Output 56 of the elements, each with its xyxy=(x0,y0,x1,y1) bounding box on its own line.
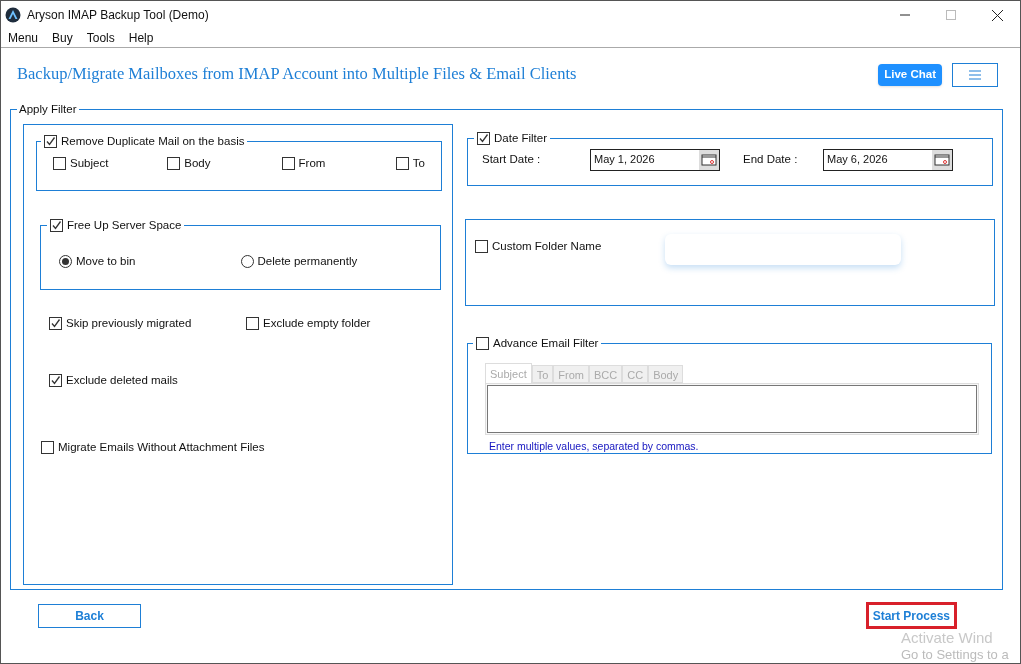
checkbox-label: Exclude deleted mails xyxy=(66,372,178,388)
menu-button[interactable] xyxy=(952,62,998,87)
checkbox-label: Advance Email Filter xyxy=(493,336,599,352)
checkbox[interactable] xyxy=(53,156,66,170)
menu-icon xyxy=(969,69,981,80)
checkbox-label: To xyxy=(412,155,425,171)
menu-item[interactable]: Buy xyxy=(52,29,73,47)
checkbox[interactable] xyxy=(281,156,295,170)
checkbox-label: From xyxy=(298,155,326,171)
close-icon xyxy=(991,9,1003,21)
menu-item[interactable]: Tools xyxy=(86,29,115,47)
checkbox[interactable] xyxy=(49,317,62,331)
checkbox-label: Exclude empty folder xyxy=(263,316,371,332)
activation-hint: Go to Settings to a xyxy=(901,648,1009,661)
radio-button[interactable] xyxy=(240,254,254,268)
filter-tab[interactable]: Subject xyxy=(485,362,532,383)
checkbox-label: Free Up Server Space xyxy=(67,218,182,234)
checkbox-label: Custom Folder Name xyxy=(492,239,602,255)
maximize-icon xyxy=(946,10,956,20)
end-date-label: End Date : xyxy=(743,151,799,167)
back-button[interactable]: Back xyxy=(38,603,141,628)
checkbox[interactable] xyxy=(475,240,488,254)
checkbox[interactable] xyxy=(477,132,490,146)
calendar-icon xyxy=(932,149,952,170)
page-heading: Backup/Migrate Mailboxes from IMAP Account into Multiple Files & Email Clients xyxy=(17,63,577,86)
filter-values-field[interactable] xyxy=(487,384,977,433)
checkbox-label: Subject xyxy=(70,155,109,171)
app-logo-icon xyxy=(5,7,21,23)
start-date-label: Start Date : xyxy=(482,151,542,167)
checkbox-label: Remove Duplicate Mail on the basis xyxy=(61,134,245,150)
menu-item[interactable]: Menu xyxy=(8,29,39,47)
checkbox[interactable] xyxy=(167,156,181,170)
checkbox[interactable] xyxy=(246,317,259,331)
menu-item[interactable]: Help xyxy=(128,29,154,47)
checkbox[interactable] xyxy=(49,373,62,387)
window-title: Aryson IMAP Backup Tool (Demo) xyxy=(27,7,209,24)
filter-hint: Enter multiple values, separated by commas. xyxy=(489,438,700,454)
checkbox[interactable] xyxy=(476,337,489,351)
start-process-button[interactable]: Start Process xyxy=(865,602,957,629)
start-date-picker[interactable]: May 1, 2026 xyxy=(590,148,720,171)
checkbox-label: Body xyxy=(184,155,211,171)
checkbox-label: Date Filter xyxy=(494,131,548,147)
panel-legend: Apply Filter xyxy=(17,101,79,119)
folder-name-field[interactable] xyxy=(665,234,902,266)
end-date-picker[interactable]: May 6, 2026 xyxy=(823,148,953,171)
checkbox[interactable] xyxy=(50,219,63,233)
checkbox-label: Skip previously migrated xyxy=(66,316,192,332)
calendar-icon xyxy=(699,149,719,170)
radio-button[interactable] xyxy=(59,254,72,268)
checkbox-label: Migrate Emails Without Attachment Files xyxy=(58,439,265,455)
checkbox[interactable] xyxy=(395,156,409,170)
radio-label: Delete permanently xyxy=(257,253,358,269)
radio-label: Move to bin xyxy=(76,253,136,269)
checkbox[interactable] xyxy=(44,135,57,149)
checkbox[interactable] xyxy=(41,440,54,454)
live-chat-button[interactable]: Live Chat xyxy=(878,63,942,86)
